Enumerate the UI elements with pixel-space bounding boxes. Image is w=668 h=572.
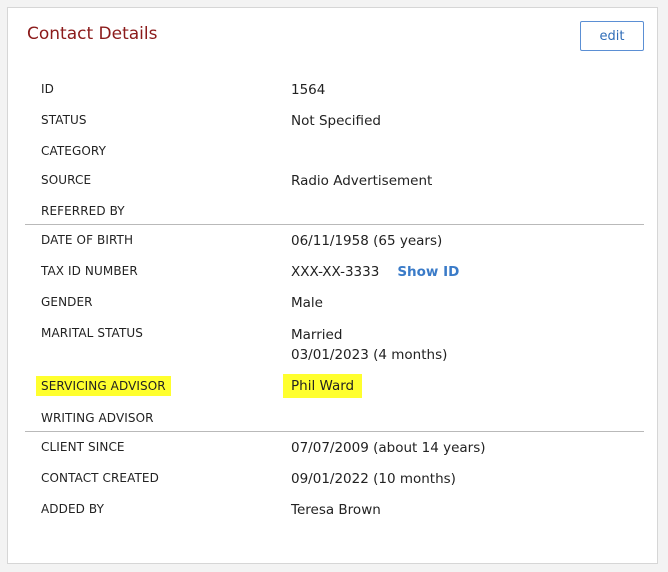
field-label: ADDED BY	[41, 502, 105, 516]
field-value: 06/11/1958 (65 years)	[291, 233, 443, 249]
section-divider	[25, 224, 644, 225]
field-label: REFERRED BY	[41, 204, 125, 218]
field-label: WRITING ADVISOR	[41, 411, 154, 425]
field-value: Male	[291, 295, 323, 311]
servicing-advisor-value: Phil Ward	[283, 374, 363, 398]
field-label: ID	[41, 82, 54, 96]
field-label: SERVICING ADVISOR	[36, 376, 171, 396]
section-divider	[25, 431, 644, 432]
show-id-link[interactable]: Show ID	[397, 264, 459, 280]
field-label: CATEGORY	[41, 144, 107, 158]
field-value: Radio Advertisement	[291, 173, 433, 189]
tax-id-value: XXX-XX-3333 Show ID	[291, 262, 459, 282]
field-value: Not Specified	[291, 113, 381, 129]
field-label: GENDER	[41, 295, 93, 309]
field-value: Teresa Brown	[291, 502, 381, 518]
field-label: CONTACT CREATED	[41, 471, 159, 485]
field-label: STATUS	[41, 113, 87, 127]
field-value: 07/07/2009 (about 14 years)	[291, 440, 486, 456]
field-label: DATE OF BIRTH	[41, 233, 134, 247]
marital-status-value: Married 03/01/2023 (4 months)	[291, 325, 447, 365]
field-label: CLIENT SINCE	[41, 440, 125, 454]
card-title: Contact Details	[27, 24, 158, 44]
field-value: Married	[291, 327, 343, 343]
field-label: SOURCE	[41, 173, 92, 187]
field-label: MARITAL STATUS	[41, 326, 143, 340]
field-label: TAX ID NUMBER	[41, 264, 138, 278]
contact-details-card: Contact Details edit ID 1564 STATUS Not …	[7, 7, 658, 564]
field-value: 1564	[291, 82, 326, 98]
edit-button[interactable]: edit	[580, 21, 644, 51]
field-value: 09/01/2022 (10 months)	[291, 471, 456, 487]
field-value: XXX-XX-3333	[291, 264, 380, 280]
field-value-date: 03/01/2023 (4 months)	[291, 347, 448, 363]
